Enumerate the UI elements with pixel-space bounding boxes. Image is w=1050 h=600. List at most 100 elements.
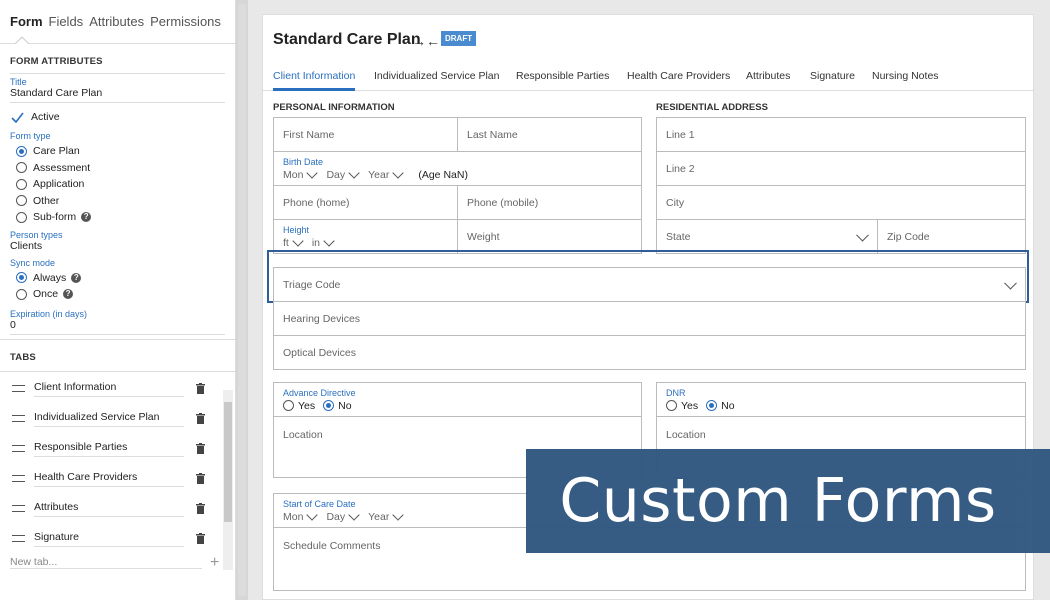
help-icon[interactable]: ? [81,212,92,223]
tab-responsible-parties[interactable]: Responsible Parties [516,70,609,91]
form-settings-sidebar: Form Fields Attributes Permissions FORM … [0,0,236,600]
tab-item-label[interactable]: Responsible Parties [34,441,184,457]
form-type-other[interactable]: Other [0,193,235,210]
tab-item-responsible-parties[interactable]: Responsible Parties [0,434,235,464]
birth-date-field[interactable]: Birth Date Mon Day Year (Age NaN) [273,151,642,186]
sidebar-tab-attributes[interactable]: Attributes [89,14,144,29]
height-field[interactable]: Height ft in [273,219,458,254]
zip-code-field[interactable]: Zip Code [877,219,1026,254]
care-year-select[interactable]: Year [368,511,389,523]
tab-individualized-service-plan[interactable]: Individualized Service Plan [374,70,500,91]
radio-icon [16,162,27,174]
radio-selected-icon[interactable] [706,400,718,411]
field-placeholder: Phone (mobile) [467,196,539,209]
yes-option[interactable]: Yes [681,400,698,412]
phone-home-field[interactable]: Phone (home) [273,185,458,220]
drag-handle-icon[interactable] [12,415,25,422]
scrollbar-thumb[interactable] [238,4,246,596]
optical-devices-field[interactable]: Optical Devices [273,335,1026,370]
address-line2-field[interactable]: Line 2 [656,151,1026,186]
field-placeholder: Phone (home) [283,196,350,209]
city-field[interactable]: City [656,185,1026,220]
tab-client-information[interactable]: Client Information [273,70,356,91]
sync-mode-once[interactable]: Once? [0,286,235,303]
birth-year-select[interactable]: Year [368,169,389,181]
tab-item-individualized-service-plan[interactable]: Individualized Service Plan [0,404,235,434]
person-types-value[interactable]: Clients [0,240,235,252]
weight-field[interactable]: Weight [457,219,642,254]
tab-item-label[interactable]: Individualized Service Plan [34,411,184,427]
drag-handle-icon[interactable] [12,385,25,392]
last-name-field[interactable]: Last Name [457,117,642,152]
radio-selected-icon[interactable] [323,400,335,411]
birth-month-select[interactable]: Mon [283,169,303,181]
drag-handle-icon[interactable] [12,535,25,542]
radio-icon [16,288,27,300]
tab-item-label[interactable]: Signature [34,531,184,547]
trash-icon[interactable] [196,443,205,454]
help-icon[interactable]: ? [71,272,82,283]
form-type-application[interactable]: Application [0,176,235,193]
form-attributes-heading: FORM ATTRIBUTES [10,56,103,67]
active-checkbox[interactable]: Active [0,103,235,131]
chevron-down-icon [306,166,319,179]
tab-nursing-notes[interactable]: Nursing Notes [872,70,939,91]
age-text: (Age NaN) [418,168,468,181]
height-label: Height [283,224,310,235]
sync-mode-always[interactable]: Always? [0,270,235,287]
expiration-input[interactable]: 0 [0,319,235,331]
drag-handle-icon[interactable] [12,505,25,512]
new-tab-input[interactable]: New tab... [10,556,202,569]
scrollbar-thumb[interactable] [224,402,232,522]
hearing-devices-field[interactable]: Hearing Devices [273,301,1026,336]
tab-attributes[interactable]: Attributes [746,70,790,91]
birth-date-label: Birth Date [283,156,324,167]
form-type-sub-form[interactable]: Sub-form? [0,209,235,226]
tab-item-label[interactable]: Health Care Providers [34,471,184,487]
chevron-down-icon [392,166,405,179]
care-month-select[interactable]: Mon [283,511,303,523]
help-icon[interactable]: ? [63,289,74,300]
chevron-down-icon [323,234,335,247]
form-type-care-plan[interactable]: Care Plan [0,143,235,160]
sidebar-tab-fields[interactable]: Fields [49,14,84,29]
form-type-assessment[interactable]: Assessment [0,160,235,177]
height-ft-select[interactable]: ft [283,237,289,249]
dnr-field: DNR Yes No [656,382,1026,417]
trash-icon[interactable] [196,533,205,544]
tab-item-label[interactable]: Client Information [34,381,184,397]
trash-icon[interactable] [196,413,205,424]
add-tab-icon[interactable]: + [210,554,219,572]
care-day-select[interactable]: Day [326,511,345,523]
first-name-field[interactable]: First Name [273,117,458,152]
address-line1-field[interactable]: Line 1 [656,117,1026,152]
tab-item-signature[interactable]: Signature [0,524,235,554]
tab-item-attributes[interactable]: Attributes [0,494,235,524]
state-select[interactable]: State [656,219,878,254]
no-option[interactable]: No [338,400,351,412]
title-input[interactable]: Standard Care Plan [0,87,235,99]
yes-option[interactable]: Yes [298,400,315,412]
trash-icon[interactable] [196,503,205,514]
phone-mobile-field[interactable]: Phone (mobile) [457,185,642,220]
drag-handle-icon[interactable] [12,475,25,482]
tab-health-care-providers[interactable]: Health Care Providers [627,70,730,91]
tab-signature[interactable]: Signature [810,70,855,91]
no-option[interactable]: No [721,400,734,412]
sidebar-tab-permissions[interactable]: Permissions [150,14,221,29]
trash-icon[interactable] [196,383,205,394]
tab-item-health-care-providers[interactable]: Health Care Providers [0,464,235,494]
radio-icon[interactable] [283,400,294,411]
tab-item-client-information[interactable]: Client Information [0,374,235,404]
trash-icon[interactable] [196,473,205,484]
tabs-heading: TABS [10,351,36,363]
sidebar-scrollbar[interactable] [236,0,248,600]
drag-handle-icon[interactable] [12,445,25,452]
birth-day-select[interactable]: Day [326,169,345,181]
radio-icon[interactable] [666,400,677,411]
tab-list-scrollbar[interactable] [223,390,233,570]
sidebar-tab-form[interactable]: Form [10,14,43,29]
tab-item-label[interactable]: Attributes [34,501,184,517]
swap-arrows-icon[interactable]: →← [412,33,440,49]
height-in-select[interactable]: in [312,237,320,249]
